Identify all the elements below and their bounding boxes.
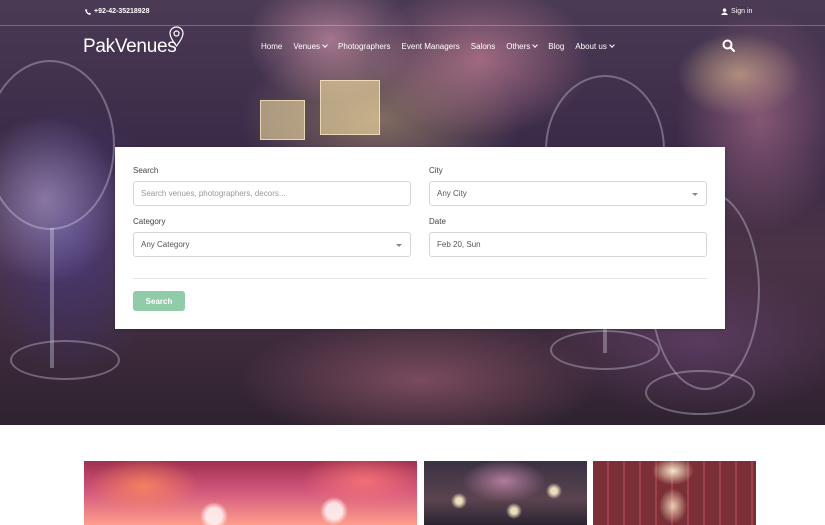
main-nav: Home Venues Photographers Event Managers… — [261, 40, 625, 52]
nav-label: About us — [575, 41, 607, 51]
nav-photographers[interactable]: Photographers — [338, 40, 390, 52]
phone-contact[interactable]: +92-42-35218928 — [85, 8, 149, 15]
chevron-down-icon — [609, 42, 615, 48]
glass-base — [10, 340, 120, 380]
sign-in-label: Sign in — [731, 8, 753, 15]
glass-base — [550, 330, 660, 370]
phone-number: +92-42-35218928 — [94, 8, 150, 15]
nav-venues[interactable]: Venues — [293, 40, 328, 52]
user-icon — [721, 8, 728, 15]
city-label: City — [429, 166, 443, 175]
venue-thumbnail[interactable] — [84, 461, 417, 525]
logo[interactable]: PakVenues — [83, 36, 177, 58]
category-select[interactable]: Any Category — [133, 232, 411, 257]
nav-label: Salons — [470, 41, 496, 51]
top-bar: +92-42-35218928 Sign in — [0, 0, 825, 26]
search-panel: Search Search venues, photographers, dec… — [115, 147, 725, 329]
venue-thumbnail[interactable] — [593, 461, 756, 525]
nav-label: Event Managers — [401, 41, 460, 51]
nav-label: Venues — [293, 41, 321, 51]
nav-label: Home — [261, 41, 283, 51]
wine-glass-image — [0, 60, 115, 230]
category-label: Category — [133, 217, 166, 226]
nav-label: Photographers — [338, 41, 391, 51]
nav-blog[interactable]: Blog — [548, 40, 564, 52]
candle-holder-image — [260, 100, 305, 140]
nav-about-us[interactable]: About us — [575, 40, 615, 52]
caret-down-icon — [692, 193, 698, 196]
nav-others[interactable]: Others — [506, 40, 539, 52]
nav-label: Blog — [548, 41, 565, 51]
candle-holder-image — [320, 80, 380, 135]
search-label: Search — [133, 166, 159, 175]
phone-icon — [85, 8, 91, 15]
chevron-down-icon — [532, 42, 539, 48]
category-value: Any Category — [141, 240, 190, 249]
caret-down-icon — [396, 244, 402, 247]
search-button[interactable]: Search — [133, 291, 185, 311]
map-pin-icon — [169, 26, 184, 47]
date-label: Date — [429, 217, 446, 226]
chevron-down-icon — [322, 42, 328, 48]
city-select[interactable]: Any City — [429, 181, 707, 206]
search-input[interactable]: Search venues, photographers, decors... — [133, 181, 411, 206]
search-icon[interactable] — [722, 39, 735, 52]
venue-thumbnail[interactable] — [424, 461, 587, 525]
date-input[interactable]: Feb 20, Sun — [429, 232, 707, 257]
nav-event-managers[interactable]: Event Managers — [402, 40, 460, 52]
nav-label: Others — [506, 41, 531, 51]
nav-salons[interactable]: Salons — [471, 40, 495, 52]
nav-home[interactable]: Home — [261, 40, 282, 52]
city-value: Any City — [437, 189, 467, 198]
glass-base — [645, 370, 755, 415]
divider — [133, 278, 707, 279]
sign-in-link[interactable]: Sign in — [721, 8, 752, 15]
